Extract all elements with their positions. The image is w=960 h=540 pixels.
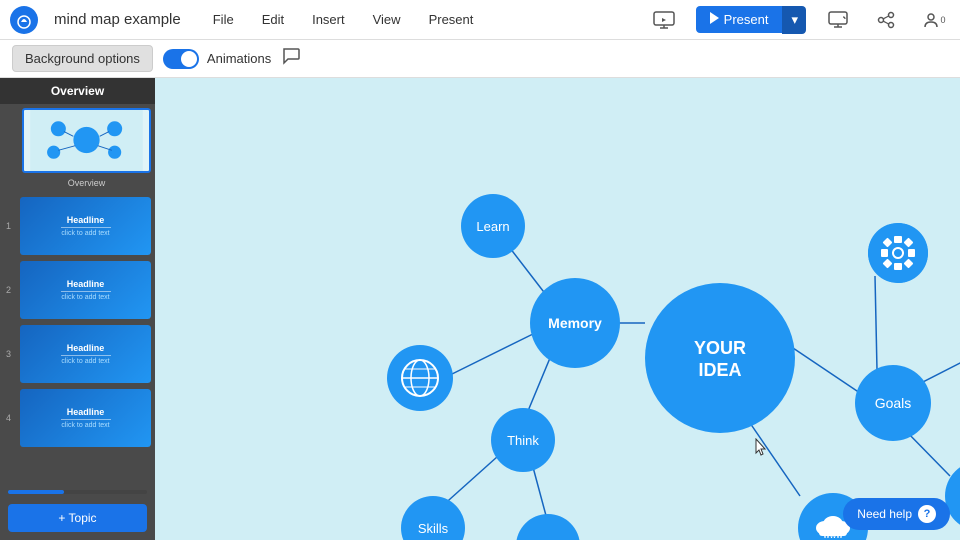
slide-number-4: 4 xyxy=(6,413,11,423)
slide-3-subtext: click to add text xyxy=(61,358,109,365)
slide-item-overview[interactable]: Overview xyxy=(4,108,151,191)
animations-label: Animations xyxy=(207,51,271,66)
toggle-knob xyxy=(181,51,197,67)
svg-text:Memory: Memory xyxy=(548,315,602,331)
svg-text:Learn: Learn xyxy=(476,219,509,234)
present-dropdown-arrow[interactable]: ▾ xyxy=(782,6,806,34)
scroll-indicator xyxy=(8,490,147,494)
slide-number-3: 3 xyxy=(6,349,11,359)
main-area: Overview xyxy=(0,78,960,540)
need-help-button[interactable]: Need help ? xyxy=(843,498,950,530)
scroll-thumb xyxy=(8,490,64,494)
present-label: Present xyxy=(724,12,769,27)
svg-text:www: www xyxy=(822,530,843,540)
slides-list: Overview 1 Headline click to add text 2 xyxy=(0,104,155,488)
user-icon-btn[interactable]: 0 xyxy=(918,4,950,36)
slide-number-1: 1 xyxy=(6,221,11,231)
animations-toggle-wrap: Animations xyxy=(163,49,271,69)
svg-text:YOUR: YOUR xyxy=(694,338,746,358)
slide-4-subtext: click to add text xyxy=(61,422,109,429)
menu-edit[interactable]: Edit xyxy=(256,8,290,31)
background-options-button[interactable]: Background options xyxy=(12,45,153,72)
present-button-group: Present ▾ xyxy=(696,6,806,34)
app-logo xyxy=(10,6,38,34)
app-title: mind map example xyxy=(54,11,181,28)
help-question-mark: ? xyxy=(924,508,931,520)
sidebar-header: Overview xyxy=(0,78,155,104)
monitor-icon-btn[interactable] xyxy=(822,4,854,36)
help-circle-icon: ? xyxy=(918,505,936,523)
svg-text:Think: Think xyxy=(507,433,539,448)
add-topic-button[interactable]: + Topic xyxy=(8,504,147,532)
slide-item-4[interactable]: 4 Headline click to add text xyxy=(4,389,151,447)
menu-present[interactable]: Present xyxy=(423,8,480,31)
mind-map-svg: YOUR IDEA Memory Learn Think Skills Shar… xyxy=(155,78,960,540)
menu-view[interactable]: View xyxy=(367,8,407,31)
slide-3-headline: Headline xyxy=(67,343,105,353)
svg-text:Skills: Skills xyxy=(418,521,449,536)
canvas-area[interactable]: YOUR IDEA Memory Learn Think Skills Shar… xyxy=(155,78,960,540)
share-icon-btn[interactable] xyxy=(870,4,902,36)
slide-2-headline: Headline xyxy=(67,279,105,289)
top-menu-bar: mind map example File Edit Insert View P… xyxy=(0,0,960,40)
svg-text:Goals: Goals xyxy=(875,395,912,411)
presenter-icon-btn[interactable] xyxy=(648,4,680,36)
slide-item-2[interactable]: 2 Headline click to add text xyxy=(4,261,151,319)
slide-item-1[interactable]: 1 Headline click to add text xyxy=(4,197,151,255)
slide-2-subtext: click to add text xyxy=(61,294,109,301)
slide-4-headline: Headline xyxy=(67,407,105,417)
animations-toggle[interactable] xyxy=(163,49,199,69)
slide-1-headline: Headline xyxy=(67,215,105,225)
sidebar: Overview xyxy=(0,78,155,540)
menu-file[interactable]: File xyxy=(207,8,240,31)
overview-slide-label: Overview xyxy=(68,178,106,188)
slide-1-subtext: click to add text xyxy=(61,230,109,237)
menu-insert[interactable]: Insert xyxy=(306,8,351,31)
slide-item-3[interactable]: 3 Headline click to add text xyxy=(4,325,151,383)
play-triangle-icon xyxy=(710,12,719,27)
svg-text:IDEA: IDEA xyxy=(698,360,741,380)
need-help-label: Need help xyxy=(857,507,912,521)
present-button[interactable]: Present xyxy=(696,6,783,33)
slide-number-2: 2 xyxy=(6,285,11,295)
chat-icon[interactable] xyxy=(281,46,301,71)
secondary-toolbar: Background options Animations xyxy=(0,40,960,78)
